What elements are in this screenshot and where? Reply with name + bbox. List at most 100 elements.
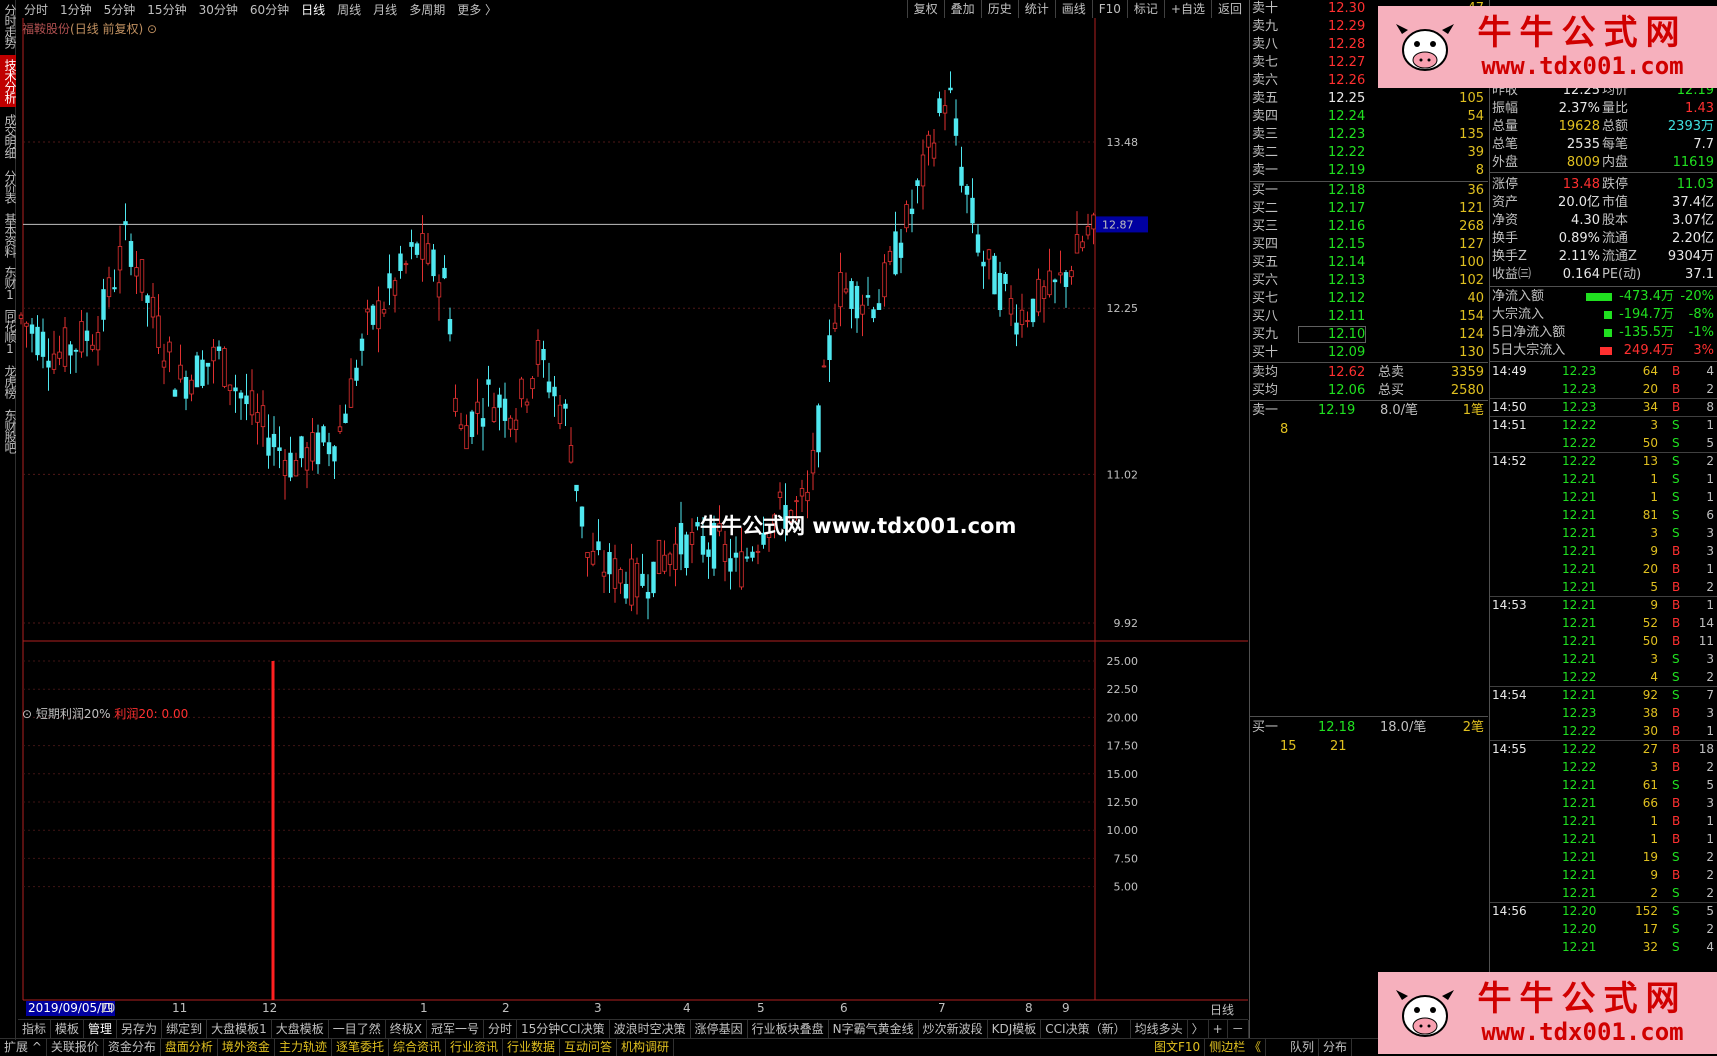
template-tab-4[interactable]: 绑定到	[162, 1020, 208, 1038]
template-tab-2[interactable]: 管理	[84, 1020, 118, 1038]
bottom-tab-8[interactable]: 行业资讯	[446, 1039, 503, 1056]
orderbook-row[interactable]: 买六 12.13 102	[1250, 272, 1488, 290]
template-tab-12[interactable]: 波浪时空决策	[610, 1020, 691, 1038]
left-tab-1[interactable]: 技术分析	[0, 55, 17, 107]
orderbook-row[interactable]: 买五 12.14 100	[1250, 254, 1488, 272]
tool-button-1[interactable]: 叠加	[943, 0, 981, 18]
orderbook-row[interactable]: 卖一 12.19 8	[1250, 162, 1488, 180]
bottom-tab-1[interactable]: 关联报价	[47, 1039, 104, 1056]
tool-button-5[interactable]: F10	[1091, 0, 1127, 18]
left-tab-7[interactable]: 龙虎榜	[0, 360, 17, 402]
left-tab-2[interactable]: 成交明细	[0, 110, 17, 162]
orderbook-row[interactable]: 买四 12.15 127	[1250, 236, 1488, 254]
orderbook-row[interactable]: 买八 12.11 154	[1250, 308, 1488, 326]
template-tab-20[interactable]: 〉	[1188, 1020, 1209, 1038]
tool-button-2[interactable]: 历史	[980, 0, 1018, 18]
left-tab-4[interactable]: 基本资料	[0, 210, 17, 260]
template-tab-10[interactable]: 分时	[484, 1020, 518, 1038]
template-tab-13[interactable]: 涨停基因	[691, 1020, 748, 1038]
period-4[interactable]: 30分钟	[193, 1, 244, 18]
orderbook-row[interactable]: 卖二 12.22 39	[1250, 144, 1488, 162]
stat-value-2: 1.43	[1685, 101, 1714, 116]
bottom-tab-11[interactable]: 机构调研	[617, 1039, 675, 1056]
template-tab-8[interactable]: 终极X	[386, 1020, 427, 1038]
bottom-right-tab-3[interactable]: 分布	[1319, 1039, 1353, 1056]
period-3[interactable]: 15分钟	[141, 1, 192, 18]
tool-button-6[interactable]: 标记	[1126, 0, 1164, 18]
template-tab-11[interactable]: 15分钟CCI决策	[517, 1020, 610, 1038]
candle-body	[84, 330, 90, 341]
template-tab-16[interactable]: 炒次新波段	[919, 1020, 988, 1038]
orderbook-row[interactable]: 卖四 12.24 54	[1250, 108, 1488, 126]
bottom-right-tab-1[interactable]: 侧边栏 《	[1205, 1039, 1267, 1056]
bottom-tab-9[interactable]: 行业数据	[503, 1039, 561, 1056]
candle-body	[315, 432, 321, 465]
template-tab-18[interactable]: CCI决策（新）	[1041, 1020, 1131, 1038]
bottom-tab-10[interactable]: 互动问答	[560, 1039, 618, 1056]
level-volume: 102	[1459, 273, 1484, 288]
bottom-tab-0[interactable]: 扩展 ^	[0, 1039, 47, 1056]
period-5[interactable]: 60分钟	[244, 1, 295, 18]
tick-price: 12.20	[1562, 922, 1597, 936]
tool-button-4[interactable]: 画线	[1054, 0, 1092, 18]
stat-row: 收益㈢ 0.164 PE(动) 37.1	[1490, 266, 1717, 284]
bottom-tab-4[interactable]: 境外资金	[218, 1039, 275, 1056]
template-tab-14[interactable]: 行业板块叠盘	[748, 1020, 829, 1038]
left-tab-3[interactable]: 分价表	[0, 165, 17, 207]
orderbook-row[interactable]: 买一 12.18 36	[1250, 182, 1488, 200]
template-tab-19[interactable]: 均线多头	[1131, 1020, 1188, 1038]
template-tab-7[interactable]: 一目了然	[329, 1020, 386, 1038]
period-7[interactable]: 周线	[331, 1, 367, 18]
left-tab-8[interactable]: 东财股吧	[0, 405, 17, 457]
tool-button-8[interactable]: 返回	[1210, 0, 1248, 18]
bottom-tab-7[interactable]: 综合资讯	[389, 1039, 446, 1056]
tab-control-0[interactable]: +	[1209, 1020, 1228, 1038]
period-9[interactable]: 多周期	[403, 1, 451, 18]
candle-body	[1041, 286, 1047, 299]
template-tab-0[interactable]: 指标	[18, 1020, 52, 1038]
template-tab-9[interactable]: 冠军一号	[427, 1020, 484, 1038]
template-tab-15[interactable]: N字霸气黄金线	[829, 1020, 919, 1038]
bottom-tab-6[interactable]: 逐笔委托	[332, 1039, 389, 1056]
period-0[interactable]: 分时	[18, 1, 54, 18]
candlestick-chart[interactable]: 13.4812.2511.029.9212.8725.0022.5020.001…	[18, 18, 1248, 1018]
tool-button-7[interactable]: +自选	[1163, 0, 1211, 18]
bottom-tab-2[interactable]: 资金分布	[104, 1039, 161, 1056]
orderbook-row[interactable]: 卖三 12.23 135	[1250, 126, 1488, 144]
candle-body	[57, 351, 62, 359]
left-tab-6[interactable]: 同花顺10	[0, 306, 17, 358]
left-tab-0[interactable]: 分时走势	[0, 0, 17, 52]
orderbook-row[interactable]: 买十 12.09 130	[1250, 344, 1488, 362]
tick-row: 12.22 4 S 2	[1490, 668, 1717, 686]
template-tab-6[interactable]: 大盘模板	[272, 1020, 329, 1038]
bottom-right-tab-0[interactable]: 图文F10	[1150, 1039, 1206, 1056]
orderbook-row[interactable]: 买九 12.10 124	[1250, 326, 1488, 344]
orderbook-row[interactable]: 买七 12.12 40	[1250, 290, 1488, 308]
tool-button-0[interactable]: 复权	[906, 0, 944, 18]
indicator-toggle-icon[interactable]: ⊙	[22, 707, 36, 721]
period-1[interactable]: 1分钟	[54, 1, 98, 18]
orderbook-row[interactable]: 买二 12.17 121	[1250, 200, 1488, 218]
candle-body	[18, 314, 24, 319]
template-tab-3[interactable]: 另存为	[117, 1020, 163, 1038]
orderbook-row[interactable]: 买三 12.16 268	[1250, 218, 1488, 236]
template-tab-5[interactable]: 大盘模板1	[207, 1020, 272, 1038]
collapse-icon[interactable]: ⊙	[147, 22, 157, 36]
period-8[interactable]: 月线	[367, 1, 403, 18]
template-tab-1[interactable]: 模板	[51, 1020, 85, 1038]
period-2[interactable]: 5分钟	[98, 1, 142, 18]
tab-control-1[interactable]: －	[1228, 1020, 1249, 1038]
candle-body	[431, 249, 436, 277]
level-price: 12.11	[1328, 309, 1366, 324]
bottom-tab-5[interactable]: 主力轨迹	[275, 1039, 332, 1056]
chart-pane[interactable]: 13.48 12.25 11.02 9.92 12.87 25.00 22.50 20.00 1…	[18, 18, 1248, 1018]
tool-button-3[interactable]: 统计	[1017, 0, 1055, 18]
bottom-tab-3[interactable]: 盘面分析	[161, 1039, 218, 1056]
orderbook-row[interactable]: 卖五 12.25 105	[1250, 90, 1488, 108]
period-6[interactable]: 日线	[295, 1, 331, 18]
period-10[interactable]: 更多 〉	[451, 1, 503, 18]
bottom-right-tab-2[interactable]: 队列	[1286, 1039, 1320, 1056]
stat-row: 总量 19628 总额 2393万	[1490, 118, 1717, 136]
template-tab-17[interactable]: KDJ模板	[988, 1020, 1042, 1038]
left-tab-5[interactable]: 东财10	[0, 262, 17, 304]
